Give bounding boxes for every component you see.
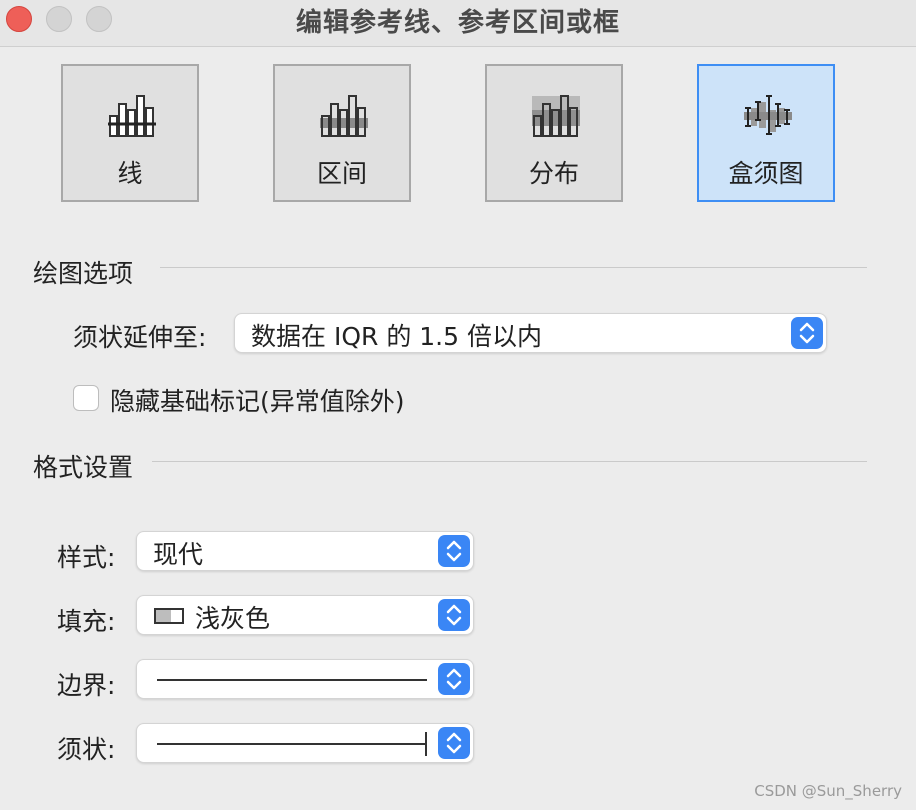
hide-underlying-marks-checkbox[interactable] — [73, 385, 99, 411]
fill-swatch-icon — [154, 608, 184, 624]
type-button-band[interactable]: 区间 — [273, 64, 411, 202]
up-down-chevron-icon — [446, 732, 462, 754]
fill-label: 填充: — [57, 607, 116, 636]
type-label-distribution: 分布 — [528, 159, 579, 188]
hide-underlying-marks-label[interactable]: 隐藏基础标记(异常值除外) — [110, 382, 405, 418]
band-reference-icon — [320, 95, 368, 137]
up-down-chevron-icon — [799, 322, 815, 344]
whisker-style-select[interactable] — [136, 723, 474, 763]
plot-options-heading: 绘图选项 — [33, 259, 134, 288]
format-heading: 格式设置 — [33, 453, 134, 482]
window-title: 编辑参考线、参考区间或框 — [295, 8, 620, 38]
whisker-extent-select[interactable]: 数据在 IQR 的 1.5 倍以内 — [234, 313, 827, 353]
style-select[interactable]: 现代 — [136, 531, 474, 571]
whisker-line-sample — [157, 743, 425, 745]
whisker-style-label: 须状: — [57, 735, 116, 764]
whisker-extent-value: 数据在 IQR 的 1.5 倍以内 — [251, 322, 542, 351]
plot-options-divider — [160, 267, 867, 268]
style-stepper[interactable] — [438, 535, 470, 567]
line-reference-icon — [108, 95, 156, 137]
style-value: 现代 — [153, 540, 204, 569]
up-down-chevron-icon — [446, 604, 462, 626]
fill-value: 浅灰色 — [195, 604, 271, 633]
border-label: 边界: — [57, 671, 116, 700]
border-line-sample — [157, 679, 427, 681]
type-label-band: 区间 — [316, 159, 367, 188]
whisker-extent-label: 须状延伸至: — [73, 323, 207, 352]
format-divider — [152, 461, 867, 462]
type-label-line: 线 — [117, 159, 143, 188]
box-plot-icon — [744, 95, 792, 135]
type-button-box-plot[interactable]: 盒须图 — [697, 64, 835, 202]
border-stepper[interactable] — [438, 663, 470, 695]
type-button-distribution[interactable]: 分布 — [485, 64, 623, 202]
watermark: CSDN @Sun_Sherry — [754, 782, 902, 800]
style-label: 样式: — [57, 543, 116, 572]
distribution-reference-icon — [532, 95, 580, 137]
title-bar: 编辑参考线、参考区间或框 — [0, 0, 916, 47]
up-down-chevron-icon — [446, 540, 462, 562]
fill-stepper[interactable] — [438, 599, 470, 631]
border-select[interactable] — [136, 659, 474, 699]
whisker-style-stepper[interactable] — [438, 727, 470, 759]
type-button-line[interactable]: 线 — [61, 64, 199, 202]
whisker-cap-sample — [425, 732, 427, 756]
fill-select[interactable]: 浅灰色 — [136, 595, 474, 635]
type-label-box-plot: 盒须图 — [728, 159, 804, 188]
up-down-chevron-icon — [446, 668, 462, 690]
whisker-extent-stepper[interactable] — [791, 317, 823, 349]
